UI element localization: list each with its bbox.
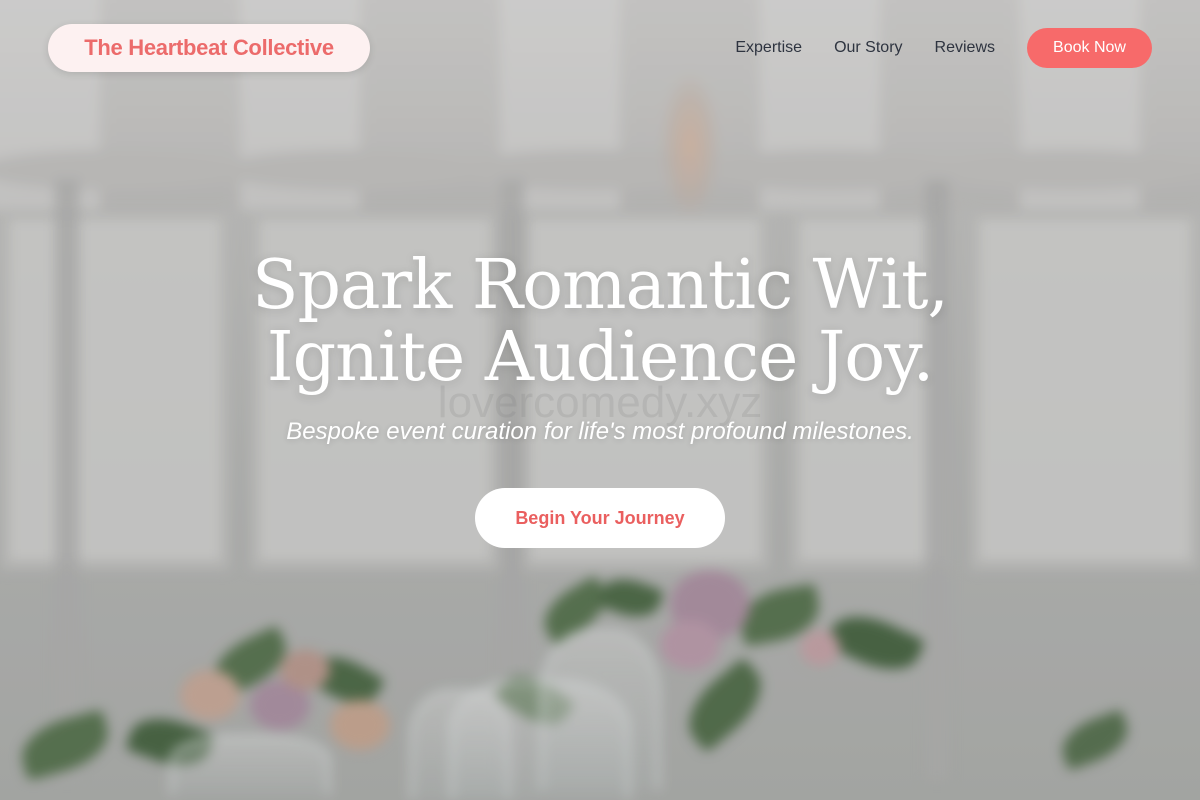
book-now-button[interactable]: Book Now	[1027, 28, 1152, 68]
hero-headline: Spark Romantic Wit, Ignite Audience Joy.	[0, 250, 1200, 394]
nav-link-our-story[interactable]: Our Story	[834, 39, 902, 57]
headline-line-1: Spark Romantic Wit,	[251, 246, 949, 325]
hero-section: lovercomedy.xyz Spark Romantic Wit, Igni…	[0, 250, 1200, 548]
begin-journey-button[interactable]: Begin Your Journey	[475, 488, 725, 548]
brand-logo[interactable]: The Heartbeat Collective	[48, 24, 370, 72]
nav-link-reviews[interactable]: Reviews	[935, 39, 995, 57]
nav-link-expertise[interactable]: Expertise	[735, 39, 802, 57]
main-nav: Expertise Our Story Reviews Book Now	[735, 28, 1152, 68]
watermark-text: lovercomedy.xyz	[437, 378, 763, 427]
